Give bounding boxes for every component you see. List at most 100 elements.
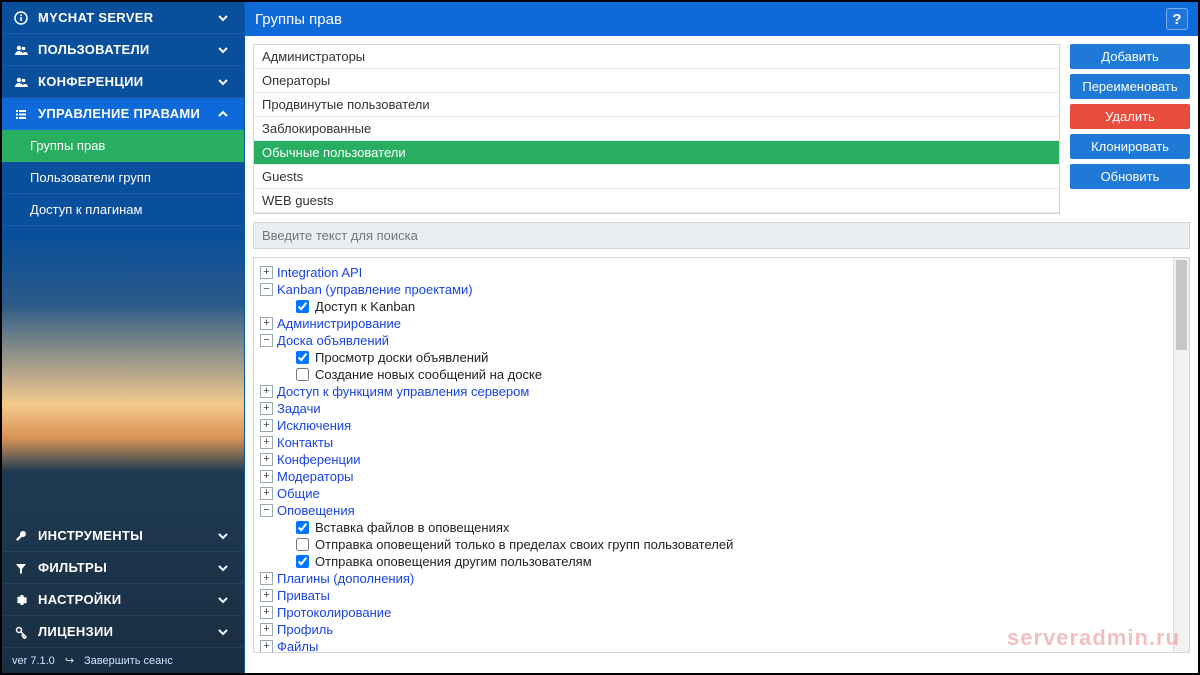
nav-item-label: ФИЛЬТРЫ: [38, 560, 204, 575]
nav-bottom-3[interactable]: ЛИЦЕНЗИИ: [2, 616, 244, 648]
nav-item-0[interactable]: MYCHAT SERVER: [2, 2, 244, 34]
action-column: Добавить Переименовать Удалить Клонирова…: [1070, 44, 1190, 214]
tree-node-label[interactable]: Доступ к функциям управления сервером: [277, 384, 529, 399]
chevron-down-icon: [216, 529, 230, 543]
tree-toggle[interactable]: +: [260, 572, 273, 585]
group-row[interactable]: Операторы: [254, 69, 1059, 93]
tree-node-label[interactable]: Integration API: [277, 265, 362, 280]
permission-checkbox[interactable]: [296, 351, 309, 364]
help-button[interactable]: ?: [1166, 8, 1188, 30]
tree-toggle[interactable]: +: [260, 436, 273, 449]
tree-node-label[interactable]: Модераторы: [277, 469, 354, 484]
chevron-down-icon: [216, 43, 230, 57]
tree-toggle[interactable]: −: [260, 334, 273, 347]
nav-item-label: ИНСТРУМЕНТЫ: [38, 528, 204, 543]
gear-icon: [14, 593, 28, 607]
tree-toggle[interactable]: +: [260, 640, 273, 653]
tree-toggle[interactable]: −: [260, 283, 273, 296]
chevron-down-icon: [216, 593, 230, 607]
tree-toggle[interactable]: +: [260, 589, 273, 602]
vertical-scrollbar[interactable]: [1173, 258, 1189, 652]
logout-link[interactable]: Завершить сеанс: [84, 655, 173, 667]
nav-bottom-2[interactable]: НАСТРОЙКИ: [2, 584, 244, 616]
tree-node: −Доска объявлений: [260, 332, 1185, 349]
nav-item-label: КОНФЕРЕНЦИИ: [38, 74, 204, 89]
group-row[interactable]: Администраторы: [254, 45, 1059, 69]
tree-node-label[interactable]: Оповещения: [277, 503, 355, 518]
permission-checkbox[interactable]: [296, 521, 309, 534]
group-row[interactable]: WEB guests: [254, 189, 1059, 213]
nav-bottom-0[interactable]: ИНСТРУМЕНТЫ: [2, 520, 244, 552]
nav-item-1[interactable]: ПОЛЬЗОВАТЕЛИ: [2, 34, 244, 66]
permission-label: Отправка оповещений только в пределах св…: [315, 537, 733, 552]
refresh-button[interactable]: Обновить: [1070, 164, 1190, 189]
clone-button[interactable]: Клонировать: [1070, 134, 1190, 159]
group-row[interactable]: Продвинутые пользователи: [254, 93, 1059, 117]
delete-button[interactable]: Удалить: [1070, 104, 1190, 129]
tree-toggle[interactable]: +: [260, 487, 273, 500]
permission-checkbox[interactable]: [296, 538, 309, 551]
search-bar: [253, 222, 1190, 249]
permission-checkbox[interactable]: [296, 368, 309, 381]
tree-node-label[interactable]: Исключения: [277, 418, 351, 433]
group-row[interactable]: Заблокированные: [254, 117, 1059, 141]
tree-toggle[interactable]: +: [260, 419, 273, 432]
tree-node: + Администрирование: [260, 315, 1185, 332]
rename-button[interactable]: Переименовать: [1070, 74, 1190, 99]
tree-node: + Приваты: [260, 587, 1185, 604]
tree-check-row: Просмотр доски объявлений: [260, 349, 1185, 366]
permission-label: Просмотр доски объявлений: [315, 350, 488, 365]
sidebar-footer: ver 7.1.0 ↪ Завершить сеанс: [2, 648, 244, 673]
tree-toggle[interactable]: +: [260, 453, 273, 466]
tree-node: + Integration API: [260, 264, 1185, 281]
nav-sub-2[interactable]: Доступ к плагинам: [2, 194, 244, 226]
tree-node-label[interactable]: Плагины (дополнения): [277, 571, 414, 586]
add-button[interactable]: Добавить: [1070, 44, 1190, 69]
tree-toggle[interactable]: +: [260, 317, 273, 330]
users-icon: [14, 43, 28, 57]
tree-node: + Общие: [260, 485, 1185, 502]
info-icon: [14, 11, 28, 25]
tree-node: + Файлы: [260, 638, 1185, 653]
tree-node-label[interactable]: Приваты: [277, 588, 330, 603]
tree-node-label[interactable]: Общие: [277, 486, 320, 501]
tree-toggle[interactable]: +: [260, 470, 273, 483]
tree-node: + Исключения: [260, 417, 1185, 434]
nav-item-2[interactable]: КОНФЕРЕНЦИИ: [2, 66, 244, 98]
tree-toggle[interactable]: +: [260, 385, 273, 398]
tree-node-label[interactable]: Контакты: [277, 435, 333, 450]
nav-item-label: УПРАВЛЕНИЕ ПРАВАМИ: [38, 106, 204, 121]
nav-sub-1[interactable]: Пользователи групп: [2, 162, 244, 194]
permission-checkbox[interactable]: [296, 555, 309, 568]
nav-item-3[interactable]: УПРАВЛЕНИЕ ПРАВАМИ: [2, 98, 244, 130]
tree-node-label[interactable]: Протоколирование: [277, 605, 391, 620]
nav-item-label: ЛИЦЕНЗИИ: [38, 624, 204, 639]
tree-node-label[interactable]: Конференции: [277, 452, 361, 467]
tree-node-label[interactable]: Профиль: [277, 622, 333, 637]
tree-node: + Задачи: [260, 400, 1185, 417]
nav-sub-0[interactable]: Группы прав: [2, 130, 244, 162]
tree-node-label[interactable]: Файлы: [277, 639, 318, 653]
group-list: АдминистраторыОператорыПродвинутые польз…: [253, 44, 1060, 214]
tree-toggle[interactable]: −: [260, 504, 273, 517]
nav-item-label: ПОЛЬЗОВАТЕЛИ: [38, 42, 204, 57]
group-row[interactable]: Guests: [254, 165, 1059, 189]
tree-toggle[interactable]: +: [260, 266, 273, 279]
tree-node-label[interactable]: Администрирование: [277, 316, 401, 331]
page-header: Группы прав ?: [245, 2, 1198, 36]
nav-bottom-1[interactable]: ФИЛЬТРЫ: [2, 552, 244, 584]
logout-icon[interactable]: ↪: [65, 654, 74, 667]
tree-node-label[interactable]: Задачи: [277, 401, 321, 416]
tree-check-row: Отправка оповещения другим пользователям: [260, 553, 1185, 570]
tree-toggle[interactable]: +: [260, 623, 273, 636]
group-row[interactable]: Обычные пользователи: [254, 141, 1059, 165]
tree-node-label[interactable]: Доска объявлений: [277, 333, 389, 348]
tree-toggle[interactable]: +: [260, 606, 273, 619]
main: Группы прав ? АдминистраторыОператорыПро…: [244, 2, 1198, 673]
scrollbar-thumb[interactable]: [1176, 260, 1187, 350]
tree-node: + Контакты: [260, 434, 1185, 451]
search-input[interactable]: [262, 228, 1181, 243]
tree-node-label[interactable]: Kanban (управление проектами): [277, 282, 473, 297]
tree-toggle[interactable]: +: [260, 402, 273, 415]
permission-checkbox[interactable]: [296, 300, 309, 313]
